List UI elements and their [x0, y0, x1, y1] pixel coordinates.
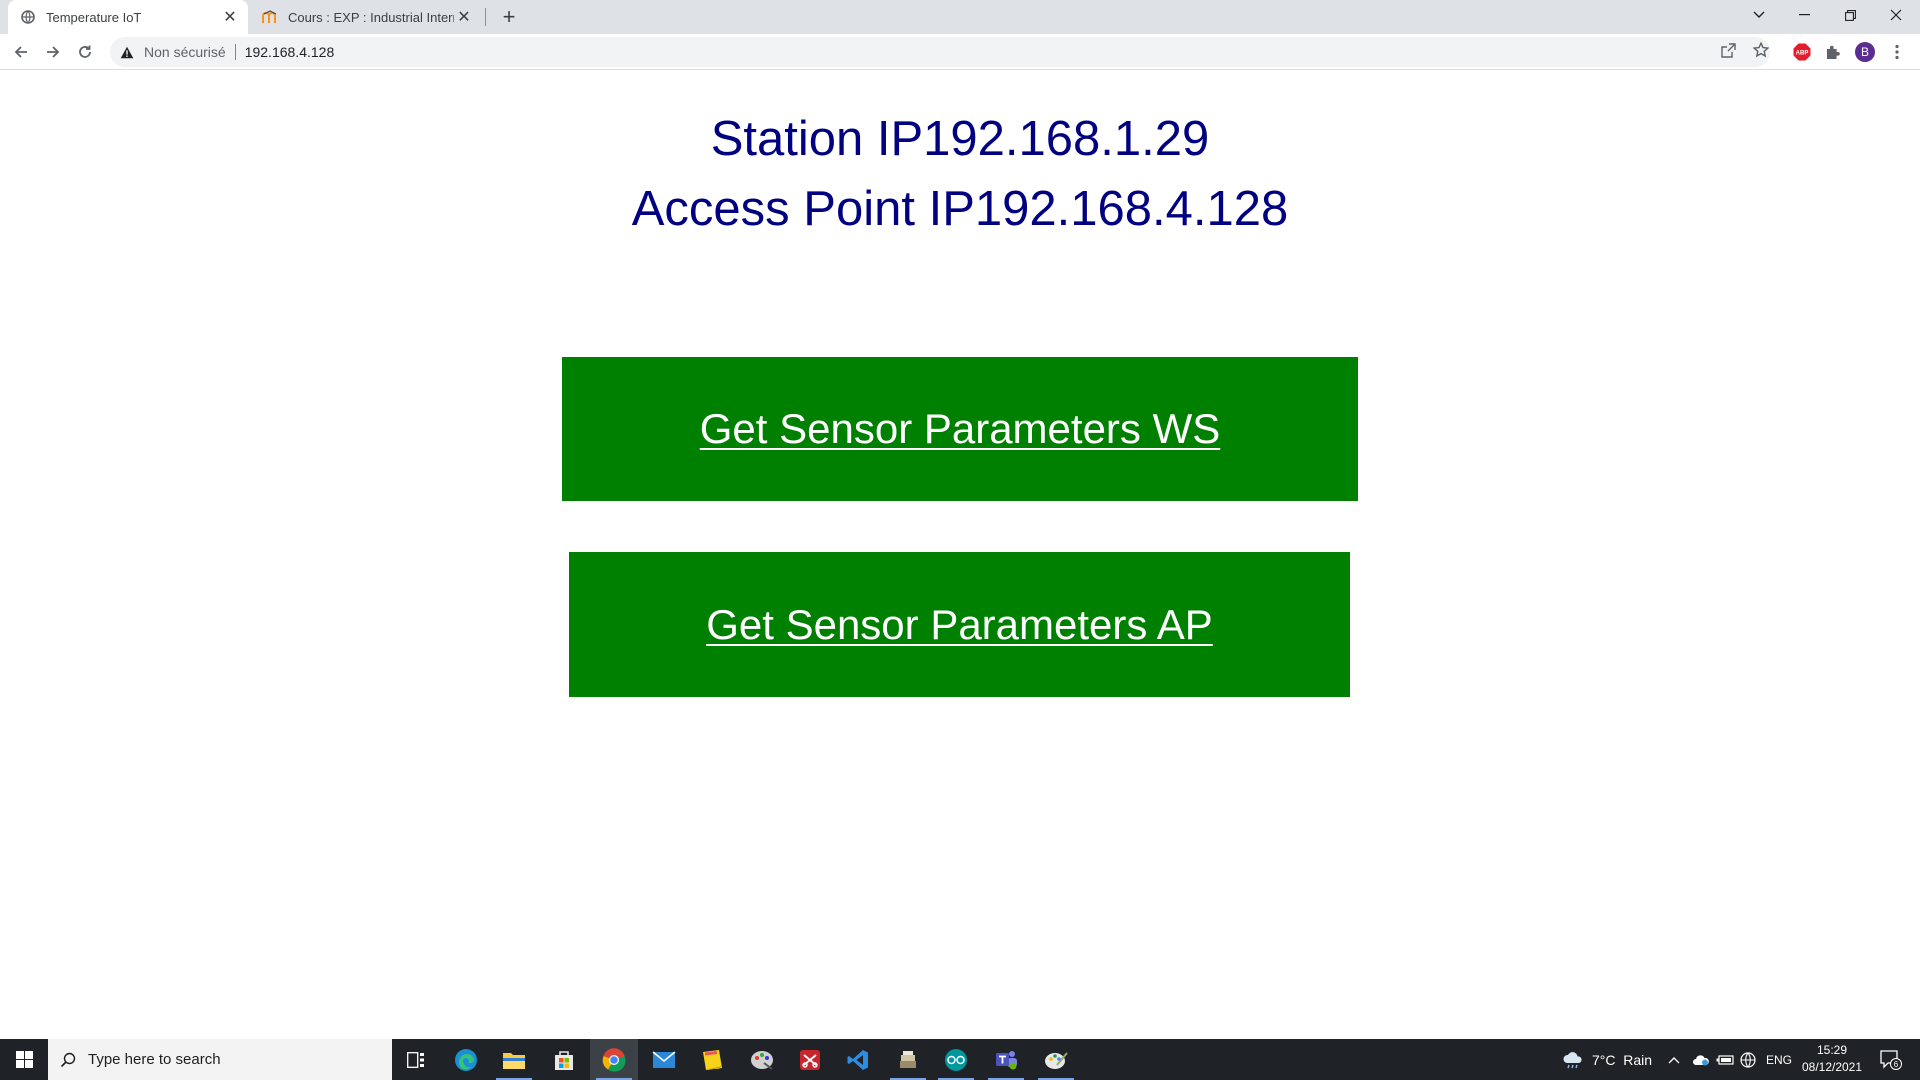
- edge-icon[interactable]: [442, 1039, 490, 1080]
- arduino-ide-icon[interactable]: [932, 1039, 980, 1080]
- tab-separator: [485, 8, 486, 26]
- minimize-button[interactable]: [1781, 0, 1827, 30]
- notification-center-icon[interactable]: 6: [1880, 1039, 1902, 1080]
- moodle-icon: [262, 9, 278, 25]
- weather-text: 7°C Rain: [1592, 1051, 1653, 1068]
- tab-temperature-iot[interactable]: Temperature IoT ✕: [8, 0, 248, 34]
- adblock-plus-icon[interactable]: ABP: [1792, 42, 1812, 62]
- profile-initial: B: [1855, 42, 1875, 62]
- menu-kebab-icon[interactable]: [1887, 42, 1907, 62]
- network-globe-icon[interactable]: [1740, 1039, 1756, 1080]
- sticky-notes-icon[interactable]: [688, 1039, 736, 1080]
- input-language[interactable]: ENG: [1766, 1039, 1792, 1080]
- forward-button[interactable]: [39, 38, 67, 66]
- weather-widget[interactable]: 7°C Rain: [1562, 1039, 1652, 1080]
- bookmark-star-icon[interactable]: [1752, 41, 1770, 59]
- warning-icon[interactable]: [118, 46, 136, 59]
- access-point-ip-heading: Access Point IP192.168.4.128: [631, 182, 1289, 236]
- tab-title: Cours : EXP : Industrial Internet o: [288, 9, 454, 25]
- back-button[interactable]: [7, 38, 35, 66]
- file-explorer-icon[interactable]: [490, 1039, 538, 1080]
- globe-icon: [20, 9, 36, 25]
- search-placeholder: Type here to search: [88, 1051, 221, 1068]
- show-hidden-icons-chevron-icon[interactable]: [1668, 1039, 1680, 1080]
- security-label[interactable]: Non sécurisé: [144, 44, 226, 60]
- vscode-icon[interactable]: [834, 1039, 882, 1080]
- web-page: Station IP192.168.1.29 Access Point IP19…: [0, 71, 1920, 1039]
- taskbar-search-box[interactable]: Type here to search: [48, 1039, 392, 1080]
- address-divider: [234, 44, 236, 60]
- search-icon: [60, 1052, 76, 1068]
- onedrive-cloud-icon[interactable]: [1692, 1039, 1710, 1080]
- new-tab-button[interactable]: +: [496, 4, 522, 30]
- svg-text:ABP: ABP: [1796, 51, 1809, 57]
- mail-icon[interactable]: [640, 1039, 688, 1080]
- clock-time: 15:29: [1816, 1043, 1848, 1057]
- get-sensor-parameters-ws-button[interactable]: Get Sensor Parameters WS: [562, 357, 1358, 501]
- close-tab-icon[interactable]: ✕: [220, 7, 240, 27]
- system-clock[interactable]: 15:29 08/12/2021: [1792, 1042, 1872, 1076]
- rain-cloud-icon: [1563, 1051, 1582, 1068]
- url-text[interactable]: 192.168.4.128: [245, 44, 335, 60]
- get-sensor-parameters-ws-link[interactable]: Get Sensor Parameters WS: [700, 405, 1221, 453]
- battery-icon[interactable]: [1716, 1039, 1734, 1080]
- restore-button[interactable]: [1827, 0, 1873, 30]
- get-sensor-parameters-ap-button[interactable]: Get Sensor Parameters AP: [569, 552, 1350, 697]
- close-window-button[interactable]: [1873, 0, 1919, 30]
- get-sensor-parameters-ap-link[interactable]: Get Sensor Parameters AP: [706, 601, 1213, 649]
- snipping-tool-icon[interactable]: [786, 1039, 834, 1080]
- paint-3d-icon[interactable]: [1032, 1039, 1080, 1080]
- windows-terminal-icon[interactable]: [884, 1039, 932, 1080]
- microsoft-store-icon[interactable]: [540, 1039, 588, 1080]
- start-button[interactable]: [0, 1039, 48, 1080]
- share-icon[interactable]: [1719, 41, 1737, 59]
- close-tab-icon[interactable]: ✕: [454, 7, 474, 27]
- chrome-icon[interactable]: [590, 1039, 638, 1080]
- tab-search-chevron-icon[interactable]: [1736, 0, 1782, 30]
- extensions-puzzle-icon[interactable]: [1823, 42, 1843, 62]
- reload-button[interactable]: [71, 38, 99, 66]
- browser-toolbar: Non sécurisé 192.168.4.128: [0, 34, 1920, 70]
- tab-title: Temperature IoT: [46, 9, 142, 25]
- tab-strip: Temperature IoT ✕ Cours : EXP : Industri…: [0, 0, 1920, 34]
- notification-count: 6: [1894, 1060, 1899, 1069]
- task-view-icon[interactable]: [392, 1039, 440, 1080]
- windows-taskbar: Type here to search 7°C Rain ENG 15:29 0…: [0, 1039, 1920, 1080]
- teams-icon[interactable]: [982, 1039, 1030, 1080]
- profile-avatar[interactable]: B: [1855, 42, 1875, 62]
- tab-cours-exp[interactable]: Cours : EXP : Industrial Internet o ✕: [250, 0, 482, 34]
- station-ip-heading: Station IP192.168.1.29: [710, 112, 1210, 166]
- clock-date: 08/12/2021: [1801, 1060, 1863, 1074]
- windows-logo-icon: [15, 1051, 33, 1068]
- paint-app-icon[interactable]: [738, 1039, 786, 1080]
- address-bar[interactable]: Non sécurisé 192.168.4.128: [110, 37, 1770, 67]
